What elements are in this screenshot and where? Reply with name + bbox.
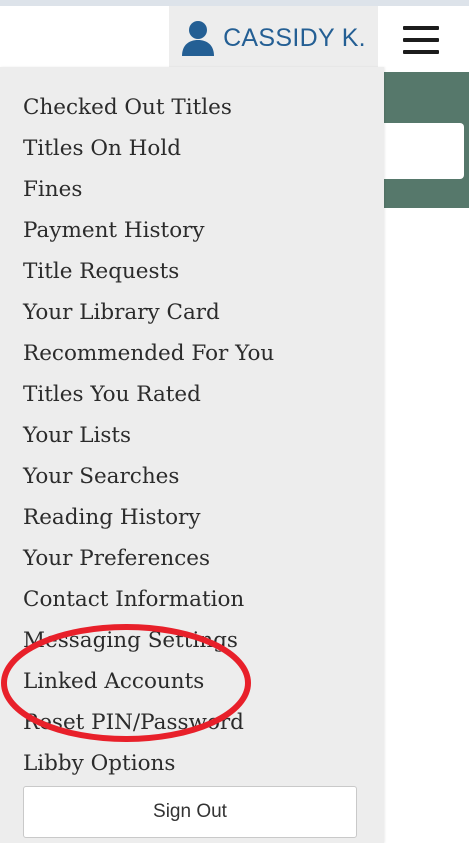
menu-item-reading-history[interactable]: Reading History [0,497,384,538]
account-menu-button[interactable]: CASSIDY K. [169,6,378,70]
menu-item-your-searches[interactable]: Your Searches [0,456,384,497]
user-icon [181,20,215,56]
menu-item-linked-accounts[interactable]: Linked Accounts [0,661,384,702]
menu-item-libby-options[interactable]: Libby Options [0,743,384,784]
menu-item-recommended-for-you[interactable]: Recommended For You [0,333,384,374]
menu-item-your-library-card[interactable]: Your Library Card [0,292,384,333]
menu-item-your-preferences[interactable]: Your Preferences [0,538,384,579]
account-dropdown-menu: Checked Out Titles Titles On Hold Fines … [0,67,384,843]
hamburger-line [403,26,439,30]
menu-item-checked-out-titles[interactable]: Checked Out Titles [0,87,384,128]
menu-item-payment-history[interactable]: Payment History [0,210,384,251]
user-name: CASSIDY K. [223,23,366,52]
menu-item-your-lists[interactable]: Your Lists [0,415,384,456]
account-menu-list: Checked Out Titles Titles On Hold Fines … [0,87,384,784]
menu-item-messaging-settings[interactable]: Messaging Settings [0,620,384,661]
sign-out-button[interactable]: Sign Out [23,786,357,838]
menu-item-titles-on-hold[interactable]: Titles On Hold [0,128,384,169]
hamburger-menu-icon[interactable] [398,20,444,60]
menu-item-reset-pin-password[interactable]: Reset PIN/Password [0,702,384,743]
menu-item-fines[interactable]: Fines [0,169,384,210]
menu-item-contact-information[interactable]: Contact Information [0,579,384,620]
hamburger-line [403,50,439,54]
menu-item-title-requests[interactable]: Title Requests [0,251,384,292]
hamburger-line [403,38,439,42]
menu-item-titles-you-rated[interactable]: Titles You Rated [0,374,384,415]
search-input[interactable] [378,123,464,179]
